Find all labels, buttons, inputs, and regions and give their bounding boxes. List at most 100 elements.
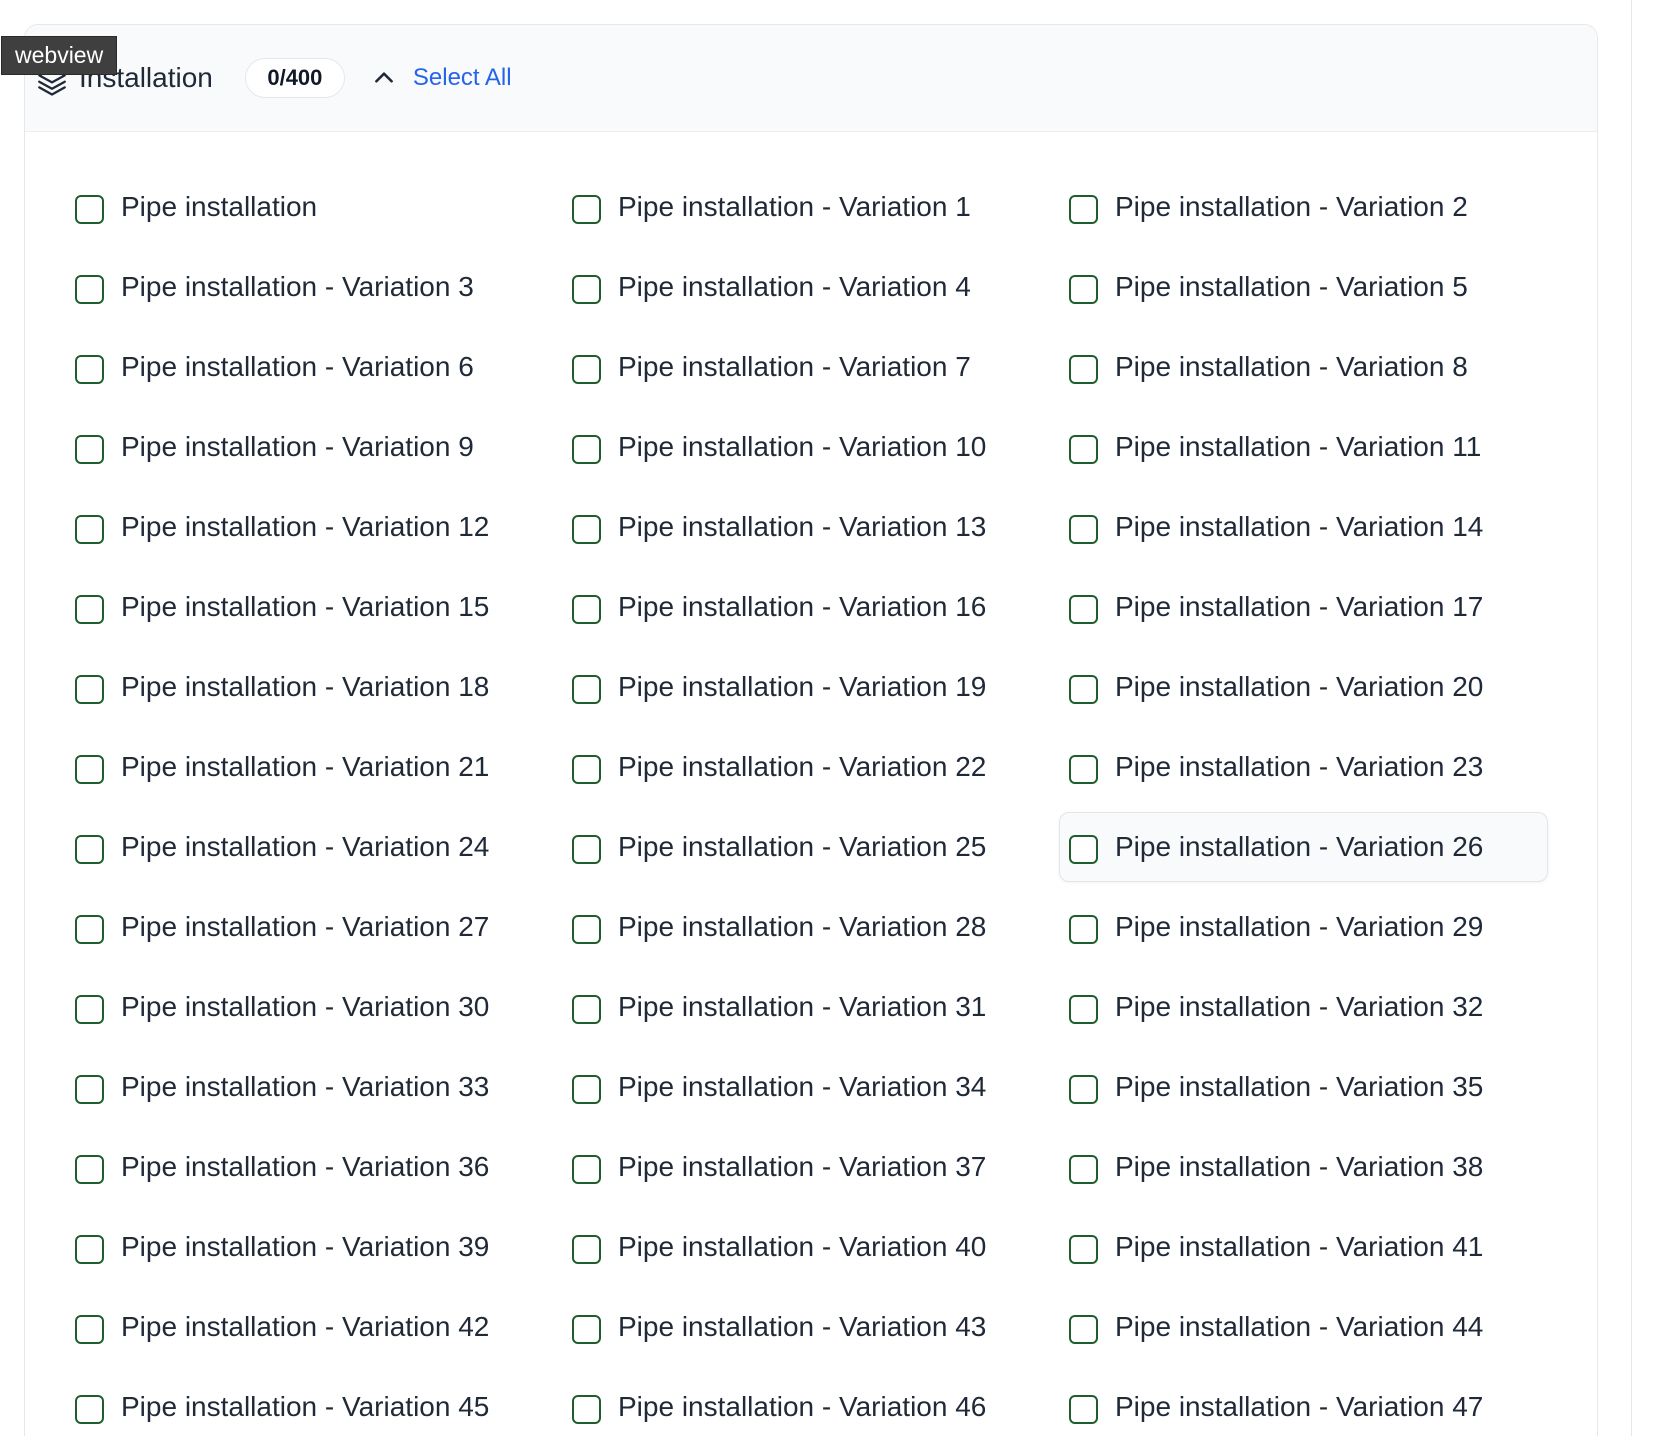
checkbox[interactable] — [75, 274, 104, 304]
checkbox[interactable] — [75, 754, 104, 784]
checkbox-option[interactable]: Pipe installation - Variation 44 — [1059, 1292, 1548, 1362]
checkbox[interactable] — [572, 1394, 601, 1424]
checkbox[interactable] — [75, 994, 104, 1024]
checkbox-option[interactable]: Pipe installation - Variation 33 — [65, 1052, 554, 1122]
checkbox[interactable] — [1069, 274, 1098, 304]
checkbox-option[interactable]: Pipe installation — [65, 172, 554, 242]
checkbox[interactable] — [572, 1154, 601, 1184]
checkbox-option[interactable]: Pipe installation - Variation 37 — [562, 1132, 1051, 1202]
section-header[interactable]: Installation 0/400 Select All — [25, 25, 1597, 132]
checkbox[interactable] — [1069, 914, 1098, 944]
checkbox-option[interactable]: Pipe installation - Variation 19 — [562, 652, 1051, 722]
checkbox-option[interactable]: Pipe installation - Variation 9 — [65, 412, 554, 482]
checkbox[interactable] — [572, 194, 601, 224]
checkbox[interactable] — [1069, 834, 1098, 864]
checkbox-option[interactable]: Pipe installation - Variation 32 — [1059, 972, 1548, 1042]
checkbox-option[interactable]: Pipe installation - Variation 46 — [562, 1372, 1051, 1436]
checkbox-option[interactable]: Pipe installation - Variation 43 — [562, 1292, 1051, 1362]
checkbox[interactable] — [1069, 594, 1098, 624]
checkbox-option[interactable]: Pipe installation - Variation 1 — [562, 172, 1051, 242]
checkbox-option[interactable]: Pipe installation - Variation 29 — [1059, 892, 1548, 962]
checkbox[interactable] — [1069, 1394, 1098, 1424]
checkbox-option[interactable]: Pipe installation - Variation 23 — [1059, 732, 1548, 802]
checkbox-option[interactable]: Pipe installation - Variation 39 — [65, 1212, 554, 1282]
checkbox[interactable] — [1069, 194, 1098, 224]
checkbox-option[interactable]: Pipe installation - Variation 28 — [562, 892, 1051, 962]
checkbox[interactable] — [1069, 994, 1098, 1024]
checkbox[interactable] — [1069, 1314, 1098, 1344]
checkbox[interactable] — [1069, 674, 1098, 704]
checkbox[interactable] — [1069, 514, 1098, 544]
checkbox-option[interactable]: Pipe installation - Variation 45 — [65, 1372, 554, 1436]
checkbox[interactable] — [75, 1074, 104, 1104]
checkbox-option[interactable]: Pipe installation - Variation 24 — [65, 812, 554, 882]
checkbox[interactable] — [572, 754, 601, 784]
checkbox[interactable] — [75, 434, 104, 464]
checkbox-option[interactable]: Pipe installation - Variation 31 — [562, 972, 1051, 1042]
checkbox-option[interactable]: Pipe installation - Variation 38 — [1059, 1132, 1548, 1202]
checkbox[interactable] — [572, 514, 601, 544]
checkbox[interactable] — [572, 594, 601, 624]
checkbox-option[interactable]: Pipe installation - Variation 34 — [562, 1052, 1051, 1122]
checkbox-option[interactable]: Pipe installation - Variation 42 — [65, 1292, 554, 1362]
checkbox[interactable] — [572, 434, 601, 464]
scrollbar-track[interactable] — [1631, 0, 1632, 1436]
checkbox-option[interactable]: Pipe installation - Variation 13 — [562, 492, 1051, 562]
checkbox-option[interactable]: Pipe installation - Variation 30 — [65, 972, 554, 1042]
checkbox[interactable] — [572, 674, 601, 704]
checkbox[interactable] — [572, 274, 601, 304]
checkbox-option[interactable]: Pipe installation - Variation 10 — [562, 412, 1051, 482]
checkbox[interactable] — [1069, 1154, 1098, 1184]
checkbox[interactable] — [572, 914, 601, 944]
checkbox-option[interactable]: Pipe installation - Variation 40 — [562, 1212, 1051, 1282]
select-all-link[interactable]: Select All — [413, 64, 512, 92]
checkbox-option[interactable]: Pipe installation - Variation 35 — [1059, 1052, 1548, 1122]
checkbox-option[interactable]: Pipe installation - Variation 41 — [1059, 1212, 1548, 1282]
checkbox[interactable] — [572, 354, 601, 384]
checkbox-option[interactable]: Pipe installation - Variation 25 — [562, 812, 1051, 882]
checkbox-option[interactable]: Pipe installation - Variation 22 — [562, 732, 1051, 802]
checkbox-option[interactable]: Pipe installation - Variation 7 — [562, 332, 1051, 402]
checkbox[interactable] — [75, 1154, 104, 1184]
checkbox[interactable] — [75, 1234, 104, 1264]
checkbox[interactable] — [75, 514, 104, 544]
checkbox-option[interactable]: Pipe installation - Variation 26 — [1059, 812, 1548, 882]
checkbox-option[interactable]: Pipe installation - Variation 36 — [65, 1132, 554, 1202]
checkbox-option[interactable]: Pipe installation - Variation 6 — [65, 332, 554, 402]
checkbox-option[interactable]: Pipe installation - Variation 14 — [1059, 492, 1548, 562]
checkbox-option[interactable]: Pipe installation - Variation 17 — [1059, 572, 1548, 642]
checkbox[interactable] — [572, 1314, 601, 1344]
chevron-up-icon[interactable] — [371, 65, 397, 91]
checkbox-option[interactable]: Pipe installation - Variation 20 — [1059, 652, 1548, 722]
checkbox[interactable] — [1069, 434, 1098, 464]
checkbox-option[interactable]: Pipe installation - Variation 3 — [65, 252, 554, 322]
checkbox[interactable] — [75, 1394, 104, 1424]
checkbox-option[interactable]: Pipe installation - Variation 47 — [1059, 1372, 1548, 1436]
checkbox[interactable] — [75, 354, 104, 384]
checkbox-option[interactable]: Pipe installation - Variation 12 — [65, 492, 554, 562]
checkbox-option[interactable]: Pipe installation - Variation 8 — [1059, 332, 1548, 402]
checkbox-option[interactable]: Pipe installation - Variation 21 — [65, 732, 554, 802]
checkbox[interactable] — [75, 1314, 104, 1344]
checkbox[interactable] — [572, 1074, 601, 1104]
checkbox-option[interactable]: Pipe installation - Variation 11 — [1059, 412, 1548, 482]
checkbox-option[interactable]: Pipe installation - Variation 4 — [562, 252, 1051, 322]
checkbox[interactable] — [75, 594, 104, 624]
checkbox[interactable] — [572, 834, 601, 864]
checkbox-option[interactable]: Pipe installation - Variation 5 — [1059, 252, 1548, 322]
checkbox[interactable] — [1069, 1234, 1098, 1264]
checkbox[interactable] — [572, 994, 601, 1024]
checkbox[interactable] — [1069, 354, 1098, 384]
checkbox-option[interactable]: Pipe installation - Variation 16 — [562, 572, 1051, 642]
checkbox-option[interactable]: Pipe installation - Variation 2 — [1059, 172, 1548, 242]
checkbox-option[interactable]: Pipe installation - Variation 27 — [65, 892, 554, 962]
checkbox[interactable] — [1069, 754, 1098, 784]
checkbox-option[interactable]: Pipe installation - Variation 18 — [65, 652, 554, 722]
checkbox[interactable] — [1069, 1074, 1098, 1104]
checkbox[interactable] — [75, 674, 104, 704]
checkbox[interactable] — [75, 834, 104, 864]
checkbox-option[interactable]: Pipe installation - Variation 15 — [65, 572, 554, 642]
checkbox[interactable] — [75, 194, 104, 224]
checkbox[interactable] — [75, 914, 104, 944]
checkbox[interactable] — [572, 1234, 601, 1264]
